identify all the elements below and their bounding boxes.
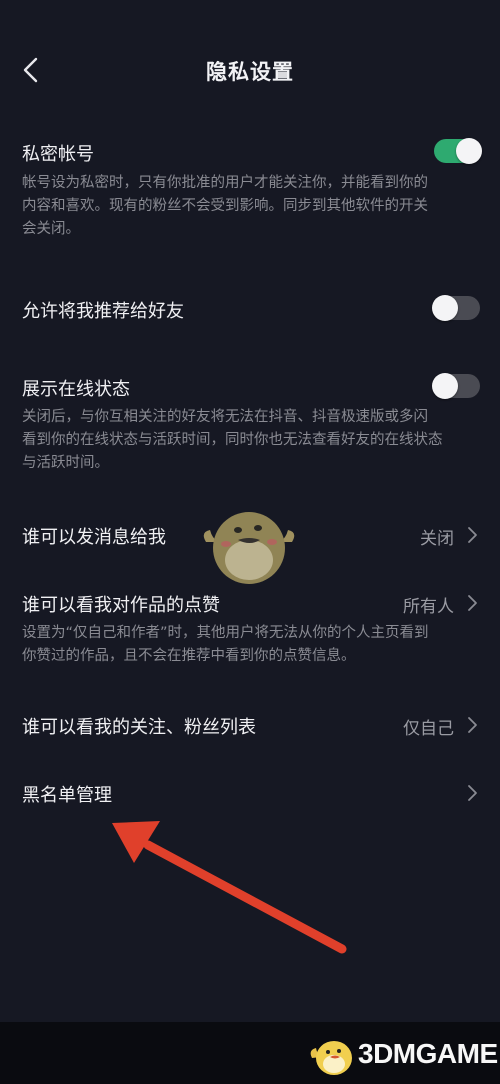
blacklist-label: 黑名单管理 [22, 785, 112, 806]
who-can-message-value: 关闭 [420, 529, 454, 549]
who-can-message-label: 谁可以发消息给我 [22, 527, 166, 548]
watermark: 3DMGAME [306, 1030, 498, 1076]
online-status-description: 关闭后，与你互相关注的好友将无法在抖音、抖音极速版或多闪 看到你的在线状态与活跃… [22, 409, 443, 471]
red-arrow-annotation [112, 821, 347, 954]
private-account-toggle[interactable] [434, 138, 482, 164]
chevron-right-icon [468, 785, 477, 801]
setting-blacklist[interactable]: 黑名单管理 [0, 774, 500, 814]
chevron-right-icon [468, 595, 477, 611]
mascot-watermark-image [203, 512, 295, 584]
online-status-toggle[interactable] [432, 373, 480, 399]
online-status-label: 展示在线状态 [22, 379, 130, 400]
chevron-right-icon [468, 527, 477, 543]
3dmgame-logo-icon [310, 1041, 352, 1075]
privacy-settings-screen: 隐私设置 私密帐号 帐号设为私密时，只有你批准的用户才能关注你，并能看到你的 内… [0, 0, 500, 1022]
who-can-see-follow-lists-value: 仅自己 [403, 719, 454, 739]
setting-recommend-to-friends[interactable]: 允许将我推荐给好友 [0, 290, 500, 330]
setting-private-account: 私密帐号 帐号设为私密时，只有你批准的用户才能关注你，并能看到你的 内容和喜欢。… [0, 132, 500, 252]
private-account-description: 帐号设为私密时，只有你批准的用户才能关注你，并能看到你的 内容和喜欢。现有的粉丝… [22, 175, 428, 237]
watermark-text: 3DMGAME [358, 1038, 498, 1069]
recommend-to-friends-label: 允许将我推荐给好友 [22, 301, 184, 322]
chevron-right-icon [468, 717, 477, 733]
page-title: 隐私设置 [206, 60, 294, 84]
header: 隐私设置 [0, 40, 500, 100]
setting-who-can-see-follow-lists[interactable]: 谁可以看我的关注、粉丝列表 仅自己 [0, 706, 500, 746]
recommend-to-friends-toggle[interactable] [432, 295, 480, 321]
setting-online-status: 展示在线状态 关闭后，与你互相关注的好友将无法在抖音、抖音极速版或多闪 看到你的… [0, 368, 500, 488]
who-can-see-likes-description: 设置为“仅自己和作者”时，其他用户将无法从你的个人主页看到 你赞过的作品，且不会… [22, 625, 429, 664]
who-can-see-likes-value: 所有人 [403, 597, 454, 617]
who-can-see-likes-label: 谁可以看我对作品的点赞 [22, 595, 220, 616]
private-account-label: 私密帐号 [22, 144, 94, 165]
who-can-see-follow-lists-label: 谁可以看我的关注、粉丝列表 [22, 717, 256, 738]
setting-who-can-see-likes[interactable]: 谁可以看我对作品的点赞 所有人 设置为“仅自己和作者”时，其他用户将无法从你的个… [0, 584, 500, 674]
